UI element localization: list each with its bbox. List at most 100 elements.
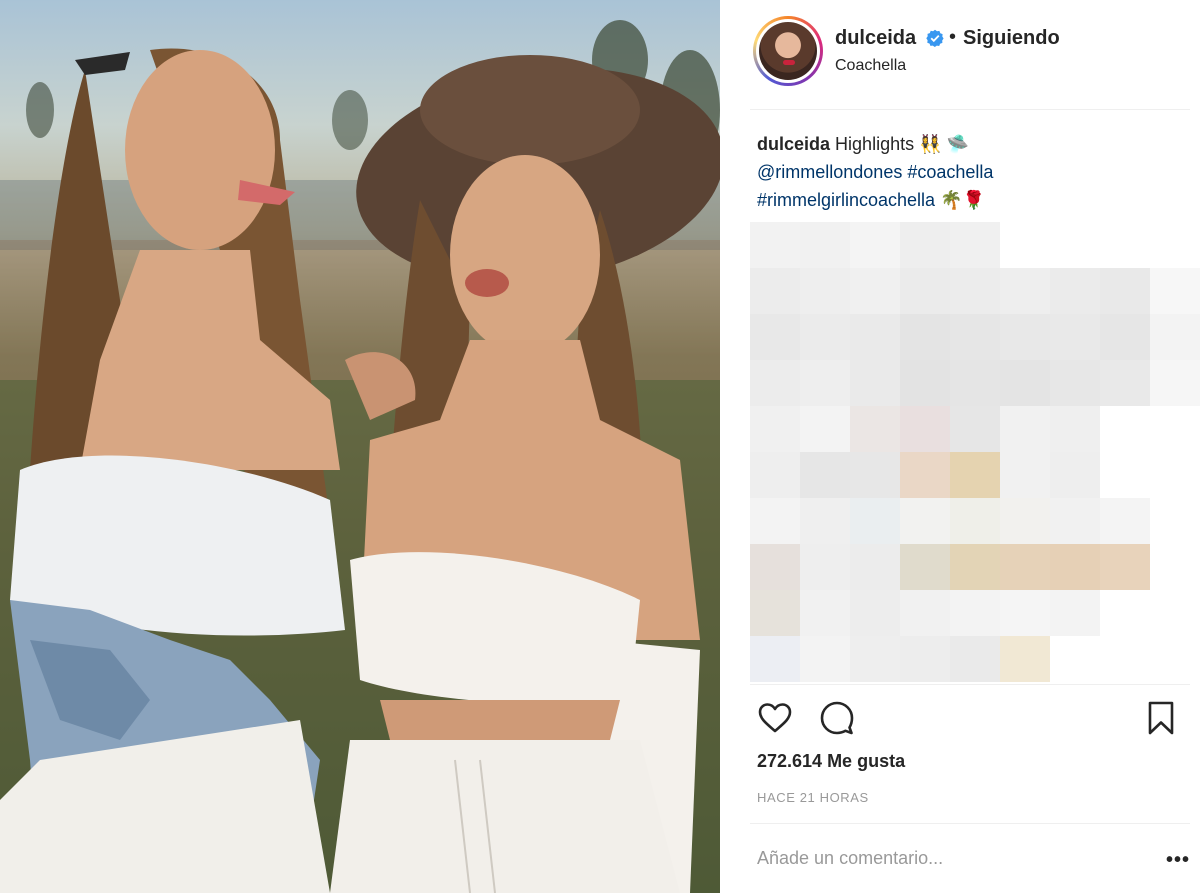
- photo-illustration: [0, 20, 720, 893]
- pixel-tile: [900, 406, 950, 452]
- pixel-tile: [750, 590, 800, 636]
- post-header: dulceida • Siguiendo Coachella: [720, 0, 1200, 110]
- pixel-tile: [950, 636, 1000, 682]
- pixel-tile: [750, 222, 800, 268]
- pixel-tile: [800, 314, 850, 360]
- pixel-tile: [900, 636, 950, 682]
- pixel-tile: [950, 314, 1000, 360]
- pixel-tile: [800, 268, 850, 314]
- likes-count[interactable]: 272.614 Me gusta: [757, 751, 905, 772]
- bookmark-icon[interactable]: [1143, 700, 1179, 736]
- verified-badge-icon: [926, 29, 944, 47]
- pixel-tile: [1050, 314, 1100, 360]
- pixel-tile: [850, 498, 900, 544]
- caption-emoji-dancers: 👯‍♀️: [919, 134, 942, 154]
- pixel-tile: [850, 590, 900, 636]
- pixel-tile: [1000, 636, 1050, 682]
- caption-emoji-ufo: 🛸: [946, 134, 969, 154]
- pixel-tile: [950, 222, 1000, 268]
- heart-icon[interactable]: [757, 700, 793, 736]
- pixel-tile: [900, 544, 950, 590]
- pixel-tile: [950, 360, 1000, 406]
- pixel-tile: [900, 590, 950, 636]
- action-bar: [757, 700, 1177, 736]
- location-link[interactable]: Coachella: [835, 57, 906, 75]
- comment-icon[interactable]: [819, 700, 855, 736]
- pixel-tile: [1100, 360, 1150, 406]
- pixel-tile: [800, 498, 850, 544]
- pixel-tile: [900, 498, 950, 544]
- pixel-tile: [1000, 268, 1050, 314]
- pixel-tile: [1150, 268, 1200, 314]
- pixel-tile: [1000, 590, 1050, 636]
- pixel-tile: [1050, 406, 1100, 452]
- separator-dot: •: [949, 26, 957, 48]
- pixel-tile: [950, 590, 1000, 636]
- pixel-tile: [750, 544, 800, 590]
- pixel-tile: [1100, 498, 1150, 544]
- pixel-tile: [900, 452, 950, 498]
- pixel-tile: [750, 498, 800, 544]
- more-options-button[interactable]: •••: [1166, 849, 1190, 872]
- avatar-inner: [756, 19, 820, 83]
- pixel-tile: [800, 544, 850, 590]
- hashtag-link[interactable]: #coachella: [907, 162, 993, 182]
- pixel-tile: [950, 268, 1000, 314]
- avatar[interactable]: [753, 16, 823, 86]
- divider: [750, 684, 1190, 685]
- pixel-tile: [800, 360, 850, 406]
- post-details-panel: dulceida • Siguiendo Coachella dulceida …: [720, 0, 1200, 893]
- pixel-tile: [850, 314, 900, 360]
- mention-link[interactable]: @rimmellondones: [757, 162, 902, 182]
- pixel-tile: [850, 360, 900, 406]
- pixel-tile: [1050, 590, 1100, 636]
- pixel-tile: [850, 222, 900, 268]
- pixel-tile: [750, 406, 800, 452]
- pixel-tile: [1150, 360, 1200, 406]
- add-comment-input[interactable]: Añade un comentario...: [757, 848, 943, 869]
- pixel-tile: [800, 636, 850, 682]
- pixel-tile: [1050, 452, 1100, 498]
- pixel-tile: [800, 406, 850, 452]
- pixel-tile: [850, 544, 900, 590]
- pixel-tile: [900, 268, 950, 314]
- pixel-tile: [1000, 406, 1050, 452]
- pixel-tile: [750, 360, 800, 406]
- pixel-tile: [750, 452, 800, 498]
- pixel-tile: [1000, 314, 1050, 360]
- pixel-tile: [950, 544, 1000, 590]
- pixel-tile: [750, 268, 800, 314]
- pixel-tile: [850, 452, 900, 498]
- pixel-tile: [900, 314, 950, 360]
- pixel-tile: [1000, 452, 1050, 498]
- pixel-tile: [750, 314, 800, 360]
- pixel-tile: [1100, 268, 1150, 314]
- pixel-tile: [950, 406, 1000, 452]
- pixelated-comments: [750, 222, 1200, 682]
- pixel-tile: [800, 222, 850, 268]
- follow-status-button[interactable]: Siguiendo: [963, 27, 1060, 50]
- caption-username[interactable]: dulceida: [757, 134, 830, 154]
- pixel-tile: [1050, 544, 1100, 590]
- post-photo[interactable]: [0, 0, 720, 893]
- pixel-tile: [950, 452, 1000, 498]
- pixel-tile: [850, 406, 900, 452]
- divider: [750, 109, 1190, 110]
- pixel-tile: [1050, 498, 1100, 544]
- divider: [750, 823, 1190, 824]
- pixel-tile: [1150, 314, 1200, 360]
- post-caption: dulceida Highlights 👯‍♀️ 🛸 @rimmellondon…: [757, 130, 1177, 214]
- pixel-tile: [1050, 268, 1100, 314]
- post-timestamp[interactable]: HACE 21 HORAS: [757, 790, 869, 805]
- avatar-image: [759, 22, 817, 80]
- pixel-tile: [950, 498, 1000, 544]
- hashtag-link[interactable]: #rimmelgirlincoachella: [757, 190, 935, 210]
- pixel-tile: [1100, 314, 1150, 360]
- username-link[interactable]: dulceida: [835, 27, 916, 50]
- pixel-tile: [800, 590, 850, 636]
- caption-text: Highlights: [835, 134, 915, 154]
- pixel-tile: [1050, 360, 1100, 406]
- caption-emoji-rose: 🌹: [962, 190, 985, 210]
- pixel-tile: [1000, 360, 1050, 406]
- pixel-tile: [850, 268, 900, 314]
